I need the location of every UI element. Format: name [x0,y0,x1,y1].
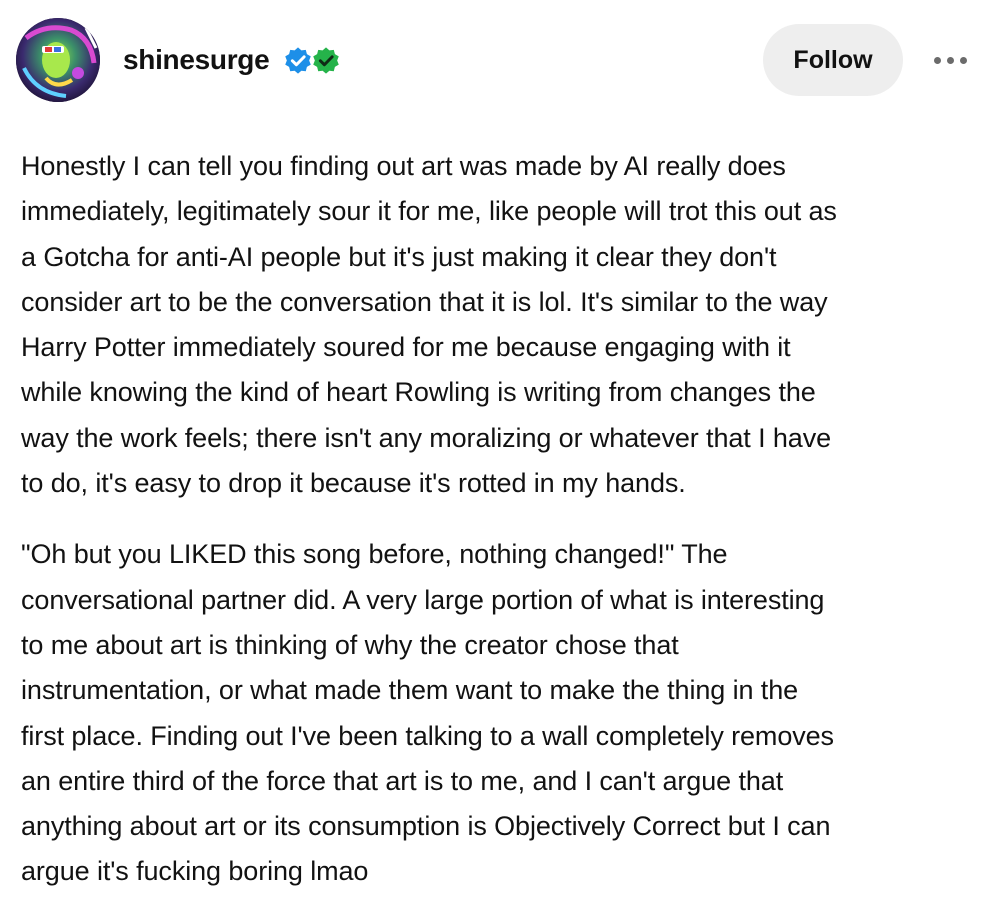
more-dot [946,56,954,64]
post-body: Honestly I can tell you finding out art … [21,144,981,895]
follow-button[interactable]: Follow [763,24,903,96]
more-dot [959,56,967,64]
more-dot [933,56,941,64]
badges [283,45,341,77]
post-header: shinesurge Follow [0,0,1000,120]
avatar[interactable] [16,18,100,102]
username[interactable]: shinesurge [123,42,270,78]
post-paragraph: Honestly I can tell you finding out art … [21,151,837,499]
more-horizontal-icon[interactable] [926,44,974,76]
avatar-image [16,18,100,102]
post-paragraph: "Oh but you LIKED this song before, noth… [21,539,834,887]
verified-green-icon[interactable] [311,46,341,76]
verified-blue-icon[interactable] [283,46,313,76]
